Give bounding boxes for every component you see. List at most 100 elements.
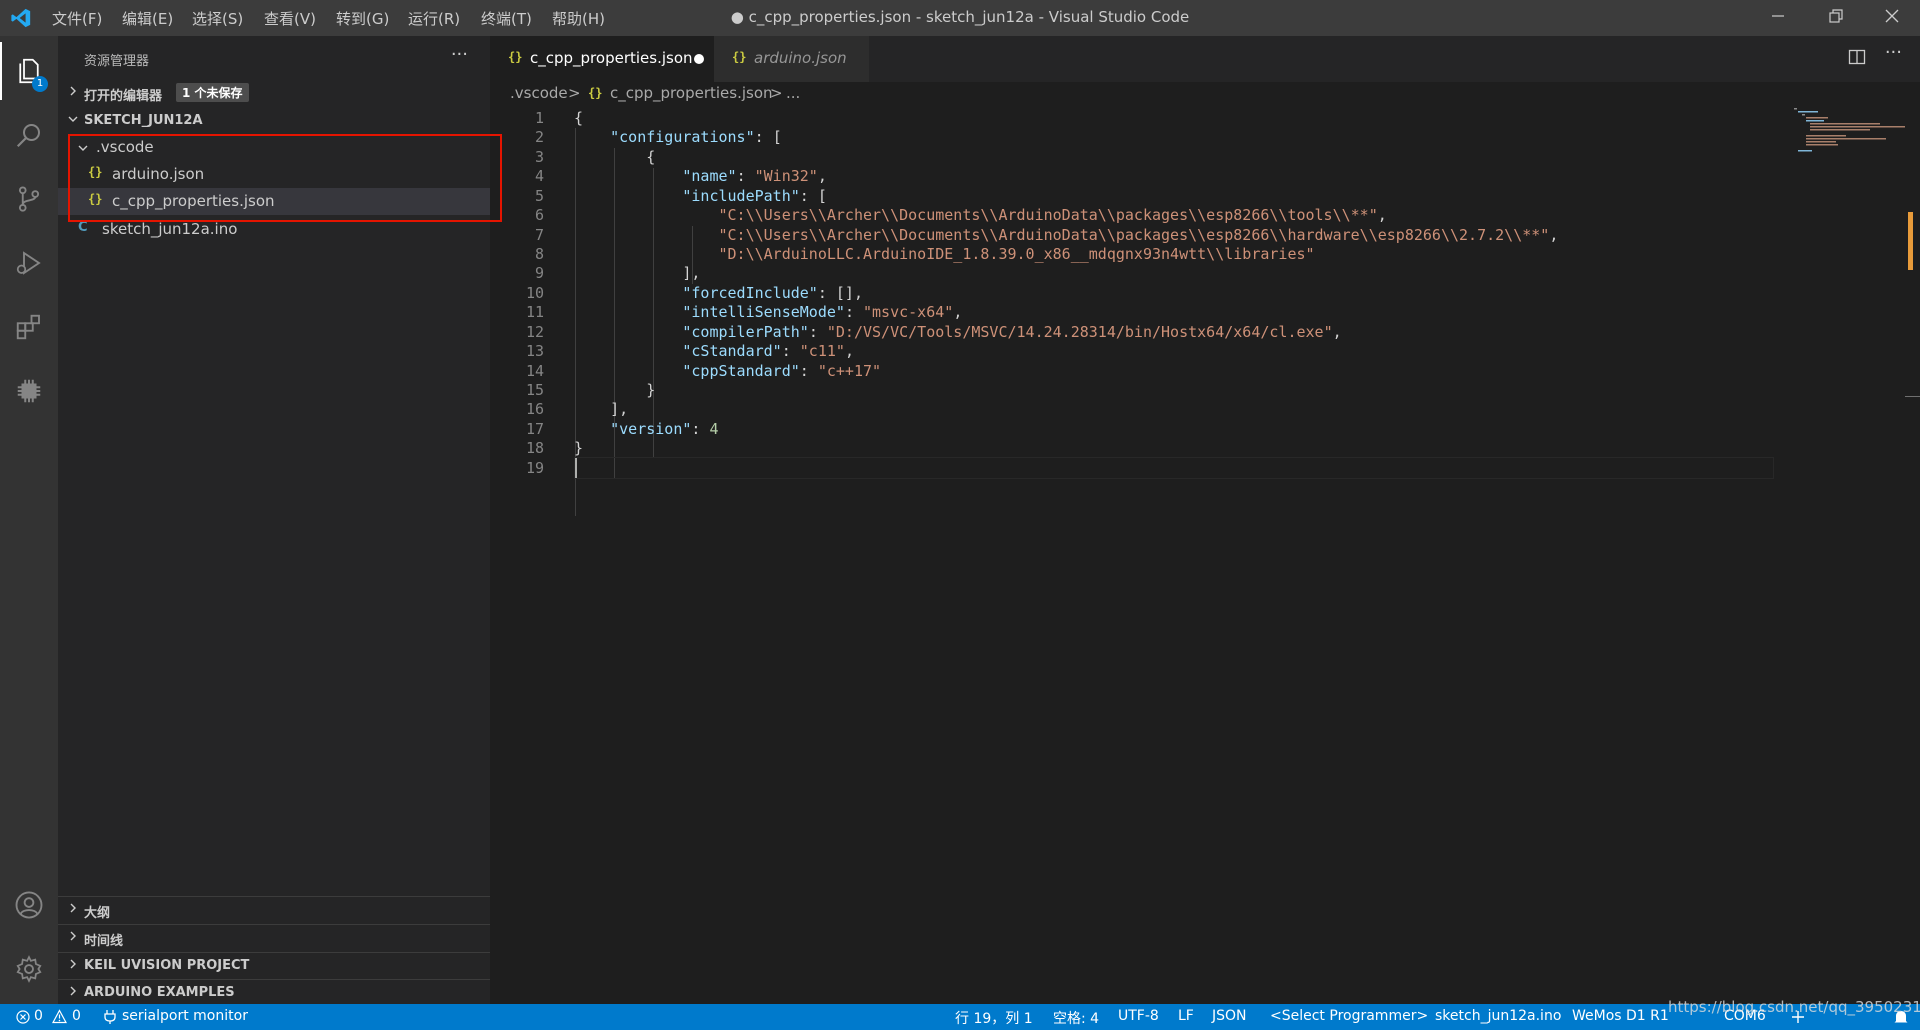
line-number: 3 (534, 148, 544, 166)
watermark: https://blog.csdn.net/qq_39502313 (1668, 998, 1920, 1016)
code-line: "name": "Win32", (574, 167, 827, 185)
keil-label: KEIL UVISION PROJECT (84, 958, 250, 973)
chip-icon (17, 379, 41, 403)
restore-button[interactable] (1808, 0, 1864, 36)
json-key: "configurations" (610, 128, 755, 146)
run-debug-button[interactable] (0, 234, 58, 292)
tab-arduino-json[interactable]: {} arduino.json (714, 36, 869, 82)
code-line: "D:\\ArduinoLLC.ArduinoIDE_1.8.39.0_x86_… (574, 245, 1315, 263)
outline-section[interactable]: 大纲 (58, 897, 490, 923)
settings-button[interactable] (0, 940, 58, 998)
cursor-position[interactable]: 行 19，列 1 (955, 1008, 1033, 1028)
json-key: "cStandard" (682, 342, 782, 360)
json-string: "D:/VS/VC/Tools/MSVC/14.24.28314/bin/Hos… (826, 323, 1333, 341)
chevron-right-icon (70, 931, 76, 941)
arduino-examples-label: ARDUINO EXAMPLES (84, 985, 235, 1000)
line-number: 18 (525, 439, 544, 457)
code-line: ], (574, 264, 700, 282)
scrollbar-thumb[interactable] (1908, 212, 1913, 270)
timeline-section[interactable]: 时间线 (58, 925, 490, 951)
tab-cpp-properties[interactable]: {} c_cpp_properties.json (490, 36, 714, 82)
unsaved-dot-icon[interactable] (694, 54, 704, 64)
explorer-button[interactable]: 1 (0, 42, 58, 100)
punct: : (781, 342, 800, 360)
account-button[interactable] (0, 876, 58, 934)
code-line: "C:\\Users\\Archer\\Documents\\ArduinoDa… (574, 206, 1387, 224)
line-number: 19 (525, 459, 544, 477)
json-string: "c11" (799, 342, 845, 360)
warning-icon (52, 1009, 67, 1024)
breadcrumb-separator: > (770, 84, 783, 102)
open-editors-section[interactable]: 打开的编辑器 1 个未保存 (58, 80, 490, 106)
line-number: 14 (525, 362, 544, 380)
chip-button[interactable] (0, 362, 58, 420)
editor-more-button[interactable]: ··· (1885, 42, 1902, 63)
code-line: "forcedInclude": [], (574, 284, 863, 302)
json-file-icon: {} (588, 86, 603, 100)
breadcrumb: .vscode > {} c_cpp_properties.json > ... (490, 82, 1920, 106)
arduino-examples-section[interactable]: ARDUINO EXAMPLES (58, 980, 490, 1006)
encoding[interactable]: UTF-8 (1118, 1008, 1159, 1024)
title-bar: 文件(F) 编辑(E) 选择(S) 查看(V) 转到(G) 运行(R) 终端(T… (0, 0, 1920, 36)
breadcrumb-separator: > (568, 84, 581, 102)
sidebar-more-button[interactable]: ··· (451, 44, 468, 65)
line-number: 1 (534, 109, 544, 127)
sketch-file[interactable]: sketch_jun12a.ino (1435, 1008, 1561, 1024)
punct: : (844, 303, 863, 321)
chevron-right-icon (70, 959, 76, 969)
sidebar-title: 资源管理器 (84, 54, 150, 69)
punct: { (646, 148, 656, 166)
search-button[interactable] (0, 106, 58, 164)
keil-section[interactable]: KEIL UVISION PROJECT (58, 953, 490, 979)
json-string: "msvc-x64" (863, 303, 954, 321)
code-line: "compilerPath": "D:/VS/VC/Tools/MSVC/14.… (574, 323, 1341, 341)
indentation[interactable]: 空格: 4 (1053, 1008, 1099, 1028)
minimize-button[interactable] (1750, 0, 1806, 36)
json-number: 4 (709, 420, 719, 438)
punct: , (844, 342, 854, 360)
punct: , (1377, 206, 1387, 224)
end-of-line[interactable]: LF (1178, 1008, 1194, 1024)
serial-monitor-button[interactable]: serialport monitor (104, 1004, 264, 1030)
punct: , (817, 167, 827, 185)
minimap[interactable] (1780, 106, 1910, 156)
source-control-button[interactable] (0, 170, 58, 228)
breadcrumb-symbols[interactable]: ... (786, 84, 800, 102)
line-number: 11 (525, 303, 544, 321)
file-label: sketch_jun12a.ino (102, 220, 238, 238)
code-line: "C:\\Users\\Archer\\Documents\\ArduinoDa… (574, 226, 1559, 244)
chevron-down-icon (68, 116, 78, 122)
line-number: 16 (525, 400, 544, 418)
open-editors-label: 打开的编辑器 (84, 89, 163, 104)
code-line: "configurations": [ (574, 128, 782, 146)
punct: [], (835, 284, 863, 302)
code-line: } (574, 381, 655, 399)
programmer-select[interactable]: <Select Programmer> (1270, 1008, 1428, 1024)
breadcrumb-file[interactable]: c_cpp_properties.json (610, 84, 773, 102)
code-line: "version": 4 (574, 420, 719, 438)
language-mode[interactable]: JSON (1212, 1008, 1247, 1024)
close-button[interactable] (1864, 0, 1920, 36)
json-string: "C:\\Users\\Archer\\Documents\\ArduinoDa… (718, 226, 1550, 244)
project-section[interactable]: SKETCH_JUN12A (58, 108, 490, 134)
punct: [ (772, 128, 782, 146)
error-count: 0 (34, 1008, 43, 1024)
line-number: 12 (525, 323, 544, 341)
explorer-badge: 1 (32, 76, 48, 92)
extensions-button[interactable] (0, 298, 58, 356)
punct: , (1549, 226, 1559, 244)
line-number: 8 (534, 245, 544, 263)
search-icon (16, 124, 40, 148)
breadcrumb-folder[interactable]: .vscode (510, 84, 568, 102)
tab-label: arduino.json (754, 49, 847, 67)
split-editor-icon[interactable] (1848, 48, 1866, 66)
line-number: 13 (525, 342, 544, 360)
timeline-label: 时间线 (84, 934, 124, 949)
code-line: "cStandard": "c11", (574, 342, 854, 360)
board-select[interactable]: WeMos D1 R1 (1572, 1008, 1669, 1024)
extensions-icon (16, 314, 40, 340)
line-number: 9 (534, 264, 544, 282)
chevron-right-icon (70, 903, 76, 913)
outline-label: 大纲 (84, 906, 111, 921)
code-editor[interactable]: 1 2 3 4 5 6 7 8 9 10 11 12 13 14 15 16 1… (490, 106, 1920, 1004)
